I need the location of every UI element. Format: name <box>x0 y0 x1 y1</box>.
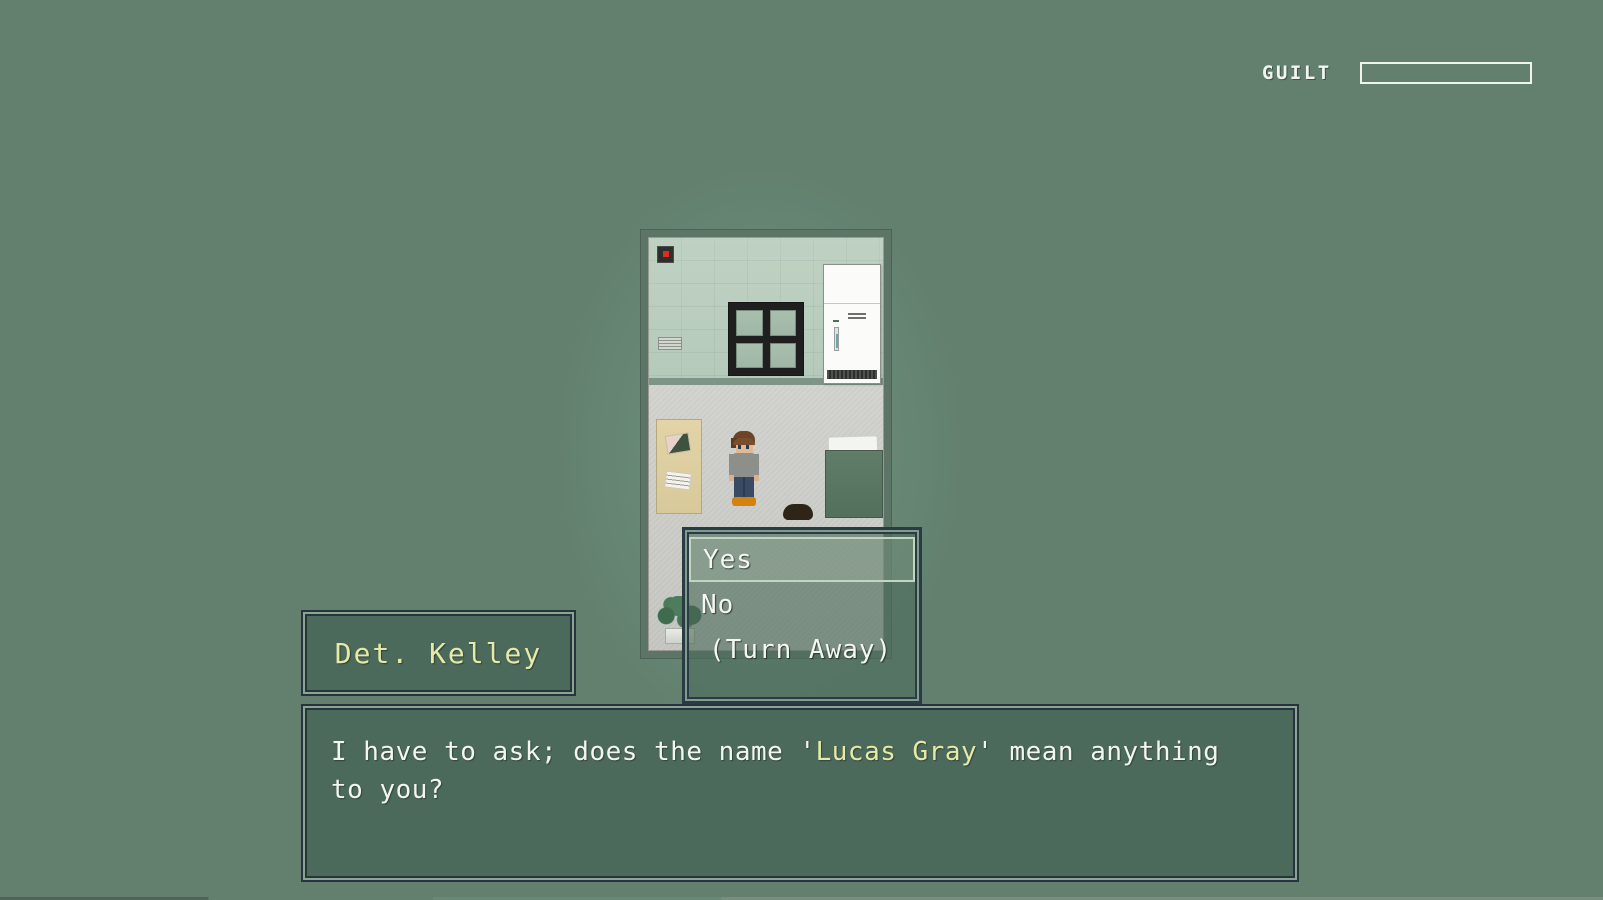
camera-led-icon <box>663 251 669 257</box>
choice-option-yes[interactable]: Yes <box>689 537 915 582</box>
speaker-name: Det. Kelley <box>334 636 543 670</box>
dialogue-text-before: I have to ask; does the name ' <box>331 737 816 767</box>
choice-label: Yes <box>703 544 753 575</box>
window-pane <box>736 342 763 368</box>
fridge-seam <box>824 303 880 304</box>
sprite-eye-right <box>746 445 749 449</box>
guilt-bar <box>1359 62 1532 84</box>
wall-vent-icon <box>658 337 682 350</box>
guilt-meter: GUILT <box>1262 62 1532 84</box>
choice-menu[interactable]: Yes No (Turn Away) <box>682 527 922 704</box>
sprite-hand-right <box>754 475 759 481</box>
sprite-legs <box>734 477 754 499</box>
dialogue-highlight: Lucas Gray <box>815 737 978 767</box>
security-camera-icon <box>657 246 674 263</box>
npc-hair <box>783 504 813 520</box>
window-pane <box>769 342 796 368</box>
pinned-photo-icon <box>664 432 692 455</box>
fridge-grill <box>848 313 866 321</box>
game-screen: GUILT Yes No (Turn Away) Det. Kelley I h… <box>0 0 1603 900</box>
choice-option-no[interactable]: No <box>689 582 915 627</box>
bed-icon <box>825 450 883 518</box>
corkboard-icon <box>656 419 702 514</box>
fridge-panel-light <box>836 334 838 348</box>
dark-window-icon <box>728 302 804 376</box>
window-pane <box>736 310 763 336</box>
sprite-arm-right <box>754 454 759 476</box>
sprite-torso <box>733 453 755 477</box>
sprite-leg-gap <box>743 477 745 499</box>
guilt-label: GUILT <box>1262 62 1332 84</box>
dialogue-text: I have to ask; does the name 'Lucas Gray… <box>331 733 1269 809</box>
refrigerator-icon <box>823 264 881 384</box>
dialogue-box[interactable]: I have to ask; does the name 'Lucas Gray… <box>305 708 1295 878</box>
fridge-indicator <box>833 320 839 322</box>
choice-label: (Turn Away) <box>709 634 893 665</box>
sprite-eye-left <box>738 445 741 449</box>
sprite-fringe <box>733 438 755 445</box>
sprite-arm-left <box>729 454 734 476</box>
pinned-note-icon <box>664 470 692 491</box>
npc-sprite <box>781 502 815 524</box>
speaker-name-box: Det. Kelley <box>305 614 572 692</box>
fridge-panel <box>834 327 839 351</box>
sprite-shoes <box>732 497 756 506</box>
choice-label: No <box>701 589 735 620</box>
fridge-vent-base <box>827 370 877 379</box>
choice-option-turn-away[interactable]: (Turn Away) <box>689 627 915 672</box>
player-sprite <box>727 431 761 506</box>
window-pane <box>769 310 796 336</box>
